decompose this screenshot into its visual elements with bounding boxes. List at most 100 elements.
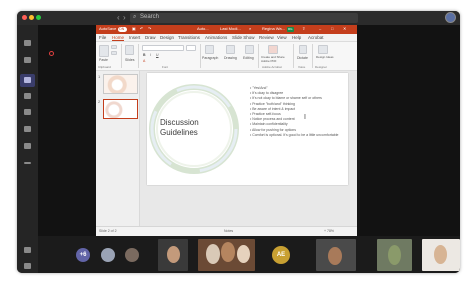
tab-insert[interactable]: Insert [129,35,140,40]
undo-icon[interactable]: ↶ [140,26,143,31]
paste-label: Paste [99,58,108,62]
participant-video[interactable] [377,239,412,271]
text-cursor-icon: I [304,114,306,121]
assignments-icon[interactable] [24,93,31,99]
window-titlebar: ‹ › ⌕ Search [17,11,460,25]
slide-bullet-list[interactable]: "Yes/And" It's okay to disagree It's not… [250,86,346,138]
ribbon-separator [293,44,294,68]
participant-strip: +6 AE [38,236,460,273]
editing-button[interactable] [245,45,254,54]
font-name-select[interactable] [142,45,184,51]
thumbnail-number: 2 [98,99,101,104]
ppt-status-bar: Slide 2 of 2 Notes + 78% [96,226,357,236]
cut-icon[interactable] [111,45,117,49]
font-color-icon[interactable]: A [143,59,145,63]
participant-face [388,245,401,265]
underline-icon[interactable]: U [156,53,159,57]
back-arrow-icon[interactable]: ‹ [117,13,120,22]
coauthor-initials: RG [288,27,293,31]
teams-window: ‹ › ⌕ Search AutoSave ON ▣ ↶ ↷ Auto... L… [17,11,460,273]
calendar-icon[interactable] [24,109,31,115]
drawing-button[interactable] [226,45,235,54]
participant-avatar [101,248,115,262]
copy-icon[interactable] [111,51,117,55]
forward-arrow-icon[interactable]: › [123,13,126,22]
ppt-minimize-icon[interactable]: – [319,26,321,31]
search-placeholder: Search [140,14,160,20]
dictate-button[interactable] [299,45,307,54]
tab-slide-show[interactable]: Slide Show [232,35,255,40]
ribbon-separator [258,44,259,68]
tab-draw[interactable]: Draw [145,35,156,40]
slides-label: Slides [125,58,135,62]
ppt-restore-icon[interactable]: □ [331,26,333,31]
save-icon[interactable]: ▣ [132,26,136,31]
notes-button[interactable]: Notes [224,229,233,233]
create-pdf-button[interactable] [268,45,278,54]
activity-icon[interactable] [24,40,31,46]
redo-icon[interactable]: ↷ [148,26,151,31]
ribbon-separator [121,44,122,68]
voice-group-label: Voice [298,65,306,69]
search-input[interactable]: ⌕ Search [130,13,358,23]
file-name: Auto... [197,26,209,31]
slide-counter: Slide 2 of 2 [99,229,117,233]
more-apps-icon[interactable] [24,162,31,164]
italic-icon[interactable]: I [150,53,151,57]
saved-state: Last Modi... [220,26,241,31]
help-icon[interactable] [24,263,31,269]
bold-icon[interactable]: B [143,53,146,57]
tab-animations[interactable]: Animations [205,35,227,40]
participant-face [434,245,447,264]
ribbon-separator [200,44,201,68]
tab-acrobat[interactable]: Acrobat [308,35,324,40]
teams-icon[interactable] [24,77,31,83]
participant-tile[interactable]: +6 [74,239,92,271]
bullet-item: Comfort is optional. It's good to be a l… [250,133,346,138]
slide-thumbnail-1[interactable] [103,74,138,94]
participant-tile[interactable] [99,239,117,271]
maximize-window-button[interactable] [36,15,41,20]
participant-tile[interactable]: AE [271,239,291,271]
close-window-button[interactable] [22,15,27,20]
tab-file[interactable]: File [99,35,106,40]
calls-icon[interactable] [24,126,31,132]
participant-face [221,242,235,262]
participant-video[interactable] [158,239,188,271]
ppt-close-icon[interactable]: ✕ [343,26,346,31]
slide-thumbnail-2[interactable] [103,99,138,119]
ribbon-separator [312,44,313,68]
tab-transitions[interactable]: Transitions [178,35,200,40]
files-icon[interactable] [24,143,31,149]
design-ideas-label: Design Ideas [316,55,334,59]
paragraph-button[interactable] [205,45,214,54]
minimize-window-button[interactable] [29,15,34,20]
powerpoint-window: AutoSave ON ▣ ↶ ↷ Auto... Last Modi... ⌕… [96,25,357,236]
autosave-label: AutoSave [99,26,117,31]
slide-title[interactable]: Discussion Guidelines [160,118,218,138]
chat-icon[interactable] [24,57,31,63]
ppt-search-icon[interactable]: ⌕ [249,26,251,31]
tab-view[interactable]: View [277,35,287,40]
share-icon[interactable]: ⇪ [302,26,305,31]
ribbon-separator [138,44,139,68]
slide-canvas[interactable]: Discussion Guidelines "Yes/And" It's oka… [147,73,348,185]
profile-avatar[interactable] [445,12,456,23]
tab-review[interactable]: Review [259,35,274,40]
participant-initials: AE [276,252,286,258]
font-size-select[interactable] [186,45,196,51]
user-name: Regina Wa... [262,26,285,31]
participant-tile[interactable] [123,239,141,271]
paste-button[interactable] [99,45,109,57]
apps-icon[interactable] [24,247,31,253]
design-ideas-button[interactable] [318,45,328,54]
participant-avatar: +6 [76,248,90,262]
zoom-level[interactable]: + 78% [324,229,334,233]
new-slide-button[interactable] [125,45,134,55]
tab-home[interactable]: Home [112,35,125,41]
participant-video[interactable] [316,239,356,271]
tab-design[interactable]: Design [160,35,174,40]
participant-video[interactable] [422,239,460,271]
participant-video-featured[interactable] [198,239,255,271]
tab-help[interactable]: Help [292,35,301,40]
